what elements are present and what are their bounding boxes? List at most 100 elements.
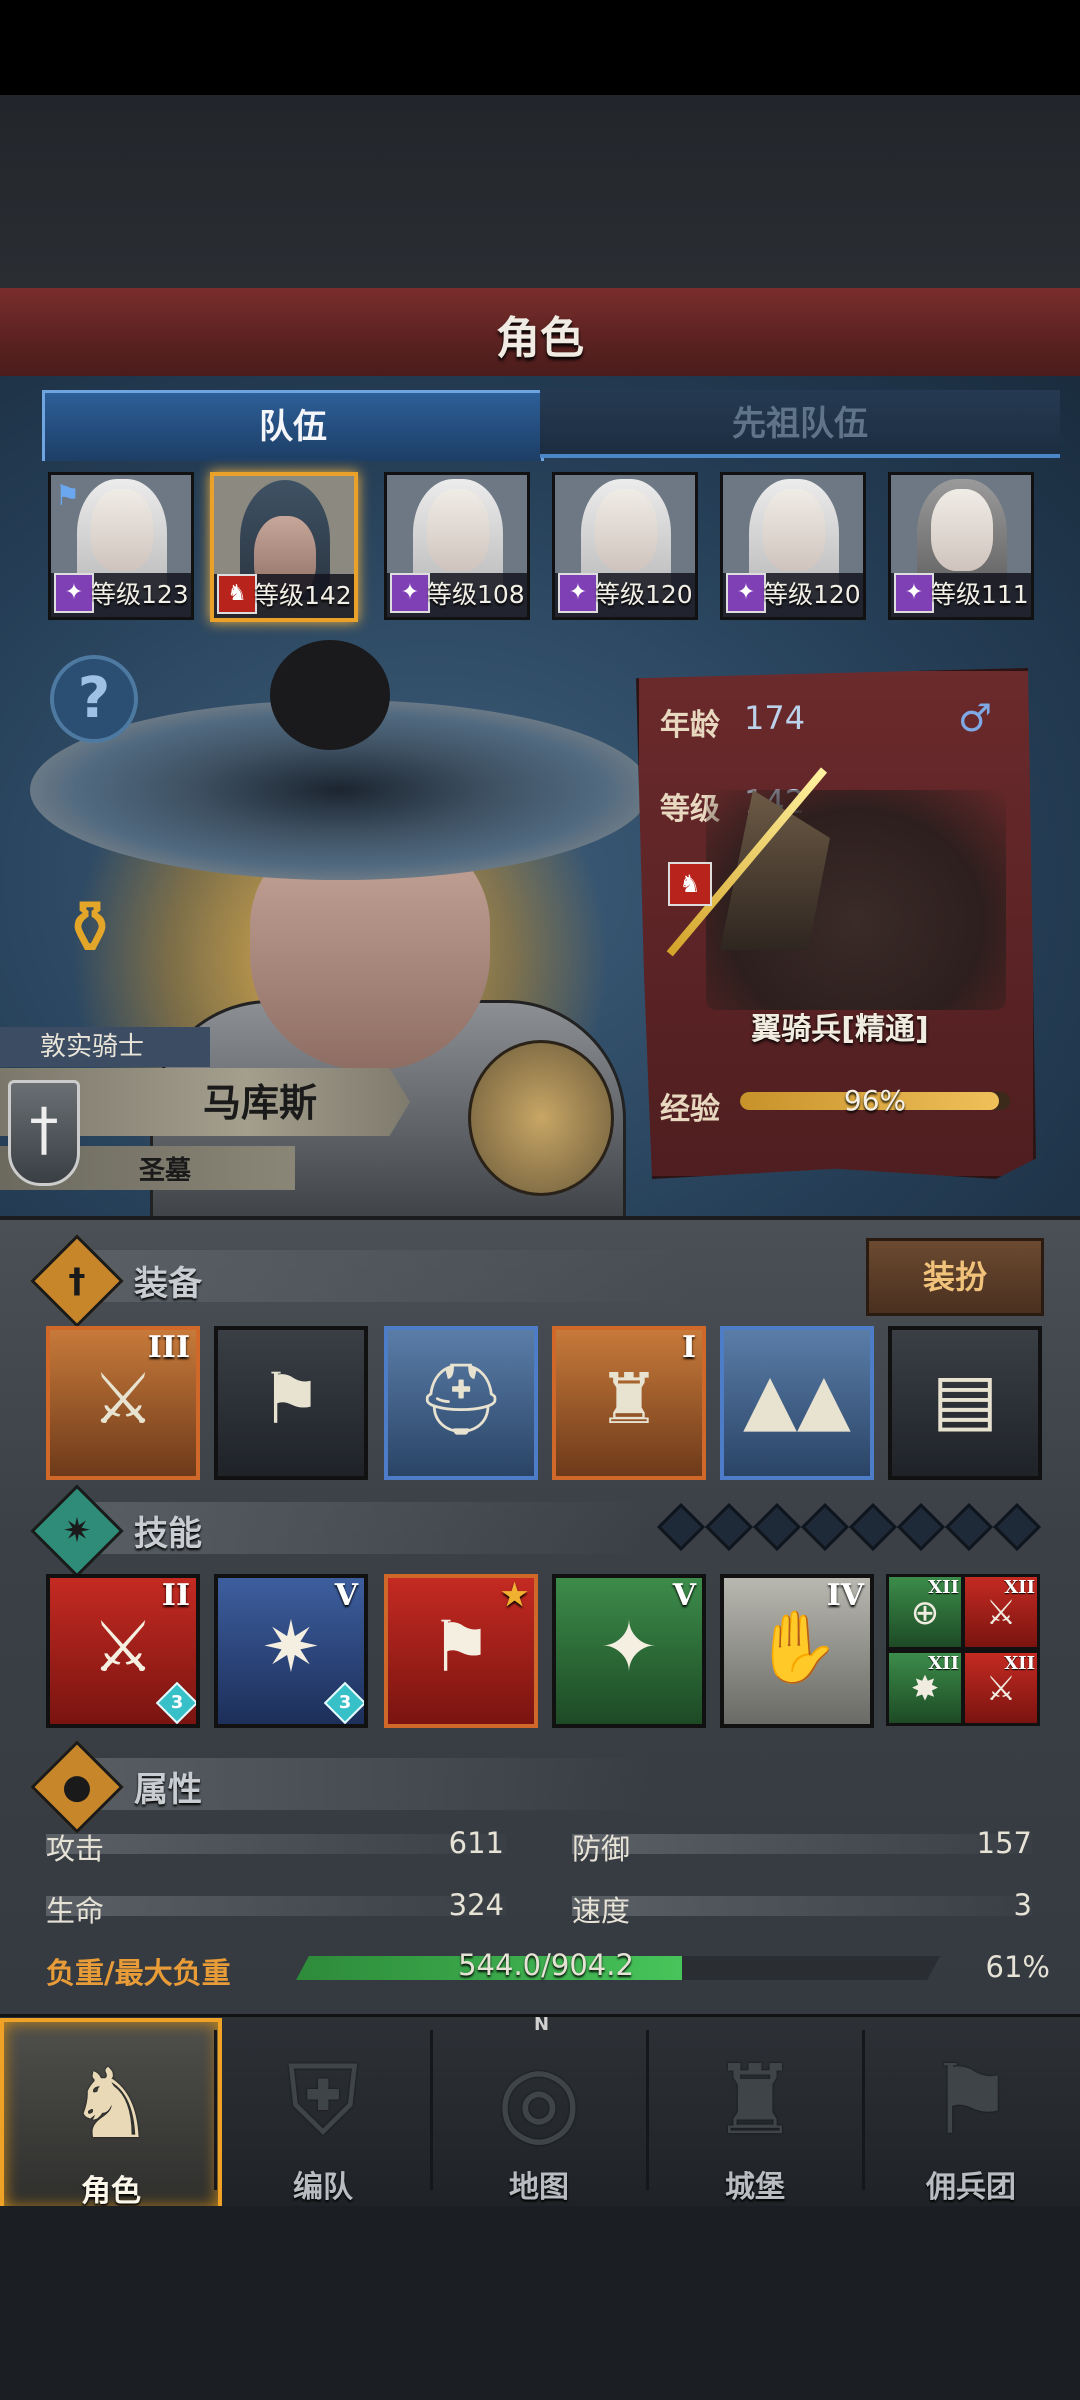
mini-skill-sword-2[interactable]: ⚔ XII (962, 1650, 1040, 1726)
nav-label: 角色 (81, 2174, 141, 2209)
nav-separator (862, 2030, 865, 2190)
potion-icon: ⚱ (58, 885, 121, 971)
cross-icon: † (68, 1261, 86, 1301)
skill-gem-hand[interactable]: ✋ IV (720, 1574, 874, 1728)
compass-north-label: N (534, 2014, 550, 2035)
portrait-face (931, 489, 993, 571)
tab-team[interactable]: 队伍 (42, 390, 544, 461)
equip-slot-weapon[interactable]: ⚔ III (46, 1326, 200, 1480)
skill-slash[interactable]: ⚔ II 3 (46, 1574, 200, 1728)
class-staff-icon: ✦ (726, 573, 766, 613)
nav-label: 城堡 (725, 2170, 785, 2205)
hero-hat-crown (270, 640, 390, 750)
party-member-3[interactable]: ✦ 等级108 (384, 472, 530, 620)
class-winged-knight-icon: ♞ (217, 574, 257, 614)
nav-separator (646, 2030, 649, 2190)
nav-separator (430, 2030, 433, 2190)
skill-glyph: ⚔ (91, 1606, 155, 1688)
attack-label: 攻击 (46, 1832, 105, 1866)
potion-button[interactable]: ⚱ (42, 880, 138, 976)
equip-glyph: ⚔ (91, 1358, 155, 1440)
party-member-4[interactable]: ✦ 等级120 (552, 472, 698, 620)
skill-prayer[interactable]: ✷ V 3 (214, 1574, 368, 1728)
party-member-level: 等级120 (763, 580, 861, 609)
party-member-5[interactable]: ✦ 等级120 (720, 472, 866, 620)
winged-knight-class-icon: ♞ (668, 862, 712, 906)
equip-tier: III (147, 1330, 190, 1365)
mini-skill-glyph: ⊕ (910, 1593, 940, 1633)
equip-glyph: ▤ (931, 1358, 999, 1440)
age-label: 年龄 (660, 708, 720, 743)
mini-skill-sword-1[interactable]: ⚔ XII (962, 1574, 1040, 1650)
mini-skill-glyph: ⚔ (985, 1669, 1017, 1709)
equip-slot-helmet[interactable]: ⛑ (384, 1326, 538, 1480)
hero-title-tag: 敦实骑士 (0, 1027, 210, 1067)
class-staff-icon: ✦ (54, 573, 94, 613)
mini-skill-target[interactable]: ⊕ XII (886, 1574, 964, 1650)
skill-gem-badge: 3 (323, 1681, 364, 1724)
star-burst-icon: ✷ (62, 1511, 92, 1551)
tab-ancestor-team[interactable]: 先祖队伍 (540, 390, 1060, 458)
equip-slot-armor[interactable]: ♜ I (552, 1326, 706, 1480)
equip-glyph: ⚑ (259, 1358, 323, 1440)
compass-icon: ◎ (497, 2044, 581, 2156)
mini-skill-burst[interactable]: ✸ XII (886, 1650, 964, 1726)
class-staff-icon: ✦ (558, 573, 598, 613)
skills-title: 技能 (134, 1514, 202, 1554)
nav-castle[interactable]: ♜ 城堡 (648, 2018, 862, 2205)
helmet-icon: ⛨ (287, 2044, 359, 2156)
party-member-2[interactable]: ♞ 等级142 (210, 472, 358, 622)
load-label: 负重/最大负重 (46, 1956, 231, 1990)
attack-value: 611 (448, 1826, 504, 1860)
equipment-title: 装备 (134, 1264, 202, 1304)
nav-helmet[interactable]: ⛨ 编队 (216, 2018, 430, 2205)
equip-glyph: ♜ (597, 1358, 661, 1440)
nav-label: 编队 (293, 2170, 353, 2205)
equip-slot-banner[interactable]: ⚑ (214, 1326, 368, 1480)
outfit-button[interactable]: 装扮 (866, 1238, 1044, 1316)
skill-glyph: ✋ (753, 1606, 841, 1688)
portrait-face (427, 489, 489, 571)
upper-background (0, 95, 1080, 290)
party-member-1[interactable]: ⚑ ✦ 等级123 (48, 472, 194, 620)
party-member-level: 等级123 (91, 580, 189, 609)
skill-tier: II (161, 1578, 190, 1613)
equip-glyph: ⛑ (416, 1358, 506, 1440)
load-percent: 61% (985, 1950, 1050, 1984)
nav-banner[interactable]: ⚑ 佣兵团 (864, 2018, 1078, 2205)
knight-icon: ♞ (67, 2048, 155, 2160)
exp-label: 经验 (660, 1092, 720, 1127)
mini-skill-tier: XII (1004, 1653, 1035, 1674)
mini-skill-tier: XII (1004, 1577, 1035, 1598)
title-bar: 角色 (0, 288, 1080, 380)
portrait-face (595, 489, 657, 571)
portrait-face (91, 489, 153, 571)
top-black-band (0, 0, 1080, 95)
hero-pauldron (468, 1040, 614, 1196)
nav-label: 佣兵团 (926, 2170, 1016, 2205)
hp-label: 生命 (46, 1894, 105, 1928)
party-member-level: 等级142 (254, 581, 352, 610)
attributes-title: 属性 (134, 1770, 202, 1810)
party-member-level: 等级108 (427, 580, 525, 609)
hp-value: 324 (448, 1888, 504, 1922)
defense-value: 157 (976, 1826, 1032, 1860)
class-staff-icon: ✦ (390, 573, 430, 613)
skill-gem-burst[interactable]: ✦ V (552, 1574, 706, 1728)
skill-gem-count: 3 (170, 1692, 184, 1713)
nav-knight[interactable]: ♞ 角色 (0, 2018, 222, 2212)
party-member-6[interactable]: ✦ 等级111 (888, 472, 1034, 620)
skill-charge-flag[interactable]: ⚑ ★ (384, 1574, 538, 1728)
help-button[interactable]: ? (50, 655, 138, 743)
skill-glyph: ✷ (261, 1606, 321, 1688)
speed-label: 速度 (572, 1894, 631, 1928)
equip-slot-boots[interactable]: ▲▲ (720, 1326, 874, 1480)
equip-tier: I (681, 1330, 696, 1365)
exp-percent: 96% (843, 1084, 907, 1117)
nav-compass[interactable]: ◎ 地图 (432, 2018, 646, 2205)
mini-skill-glyph: ⚔ (985, 1593, 1017, 1633)
mini-skill-tier: XII (928, 1577, 959, 1598)
skill-tier: ★ (501, 1578, 528, 1613)
equip-slot-book[interactable]: ▤ (888, 1326, 1042, 1480)
skill-gem-badge: 3 (155, 1681, 196, 1724)
